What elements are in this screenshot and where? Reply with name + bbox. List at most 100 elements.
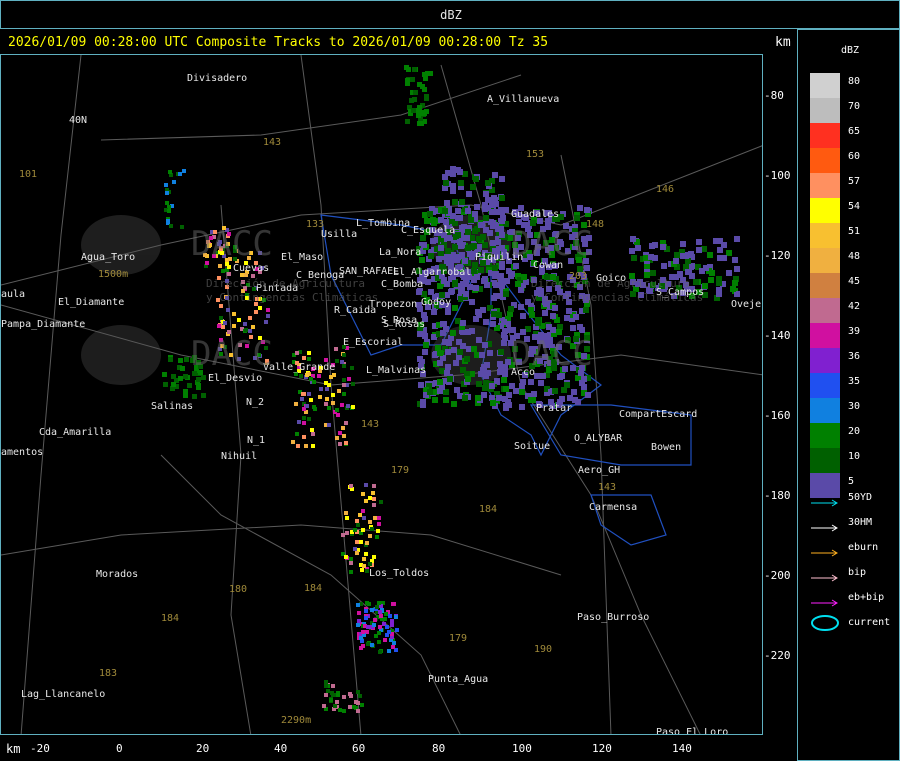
- legend-label-30: 30: [848, 401, 861, 412]
- x-tick-label: 60: [352, 742, 366, 755]
- y-tick-label: -140: [764, 329, 791, 342]
- map-place-label: Valle_Grande: [263, 362, 335, 373]
- echo-pixel: [518, 287, 524, 293]
- map-place-label: aula: [1, 289, 25, 300]
- echo-pixel: [244, 328, 248, 332]
- echo-pixel: [467, 251, 473, 257]
- map-place-label: Lag_Llancanelo: [21, 689, 105, 700]
- echo-pixel: [473, 176, 479, 182]
- echo-pixel: [462, 258, 468, 264]
- echo-pixel: [318, 395, 322, 399]
- echo-pixel: [411, 108, 416, 113]
- echo-pixel: [473, 285, 479, 291]
- legend-label-60: 60: [848, 151, 861, 162]
- echo-pixel: [172, 180, 176, 184]
- echo-pixel: [483, 319, 489, 325]
- map-place-label: Nihuil: [221, 451, 257, 462]
- echo-pixel: [460, 320, 466, 326]
- echo-pixel: [345, 531, 349, 535]
- echo-pixel: [424, 94, 429, 99]
- echo-pixel: [327, 423, 331, 427]
- echo-pixel: [357, 611, 361, 615]
- echo-pixel: [359, 636, 363, 640]
- echo-pixel: [338, 431, 342, 435]
- echo-pixel: [428, 289, 434, 295]
- echo-pixel: [164, 183, 168, 187]
- echo-pixel: [445, 364, 451, 370]
- echo-pixel: [437, 388, 443, 394]
- x-tick-label: 0: [116, 742, 123, 755]
- echo-pixel: [528, 379, 534, 385]
- echo-pixel: [353, 547, 357, 551]
- echo-pixel: [445, 309, 451, 315]
- map-place-label: 143: [361, 419, 379, 430]
- echo-pixel: [538, 380, 544, 386]
- echo-pixel: [332, 373, 336, 377]
- echo-pixel: [221, 269, 225, 273]
- echo-pixel: [483, 191, 489, 197]
- echo-pixel: [412, 67, 417, 72]
- echo-pixel: [248, 316, 252, 320]
- echo-pixel: [307, 351, 311, 355]
- echo-pixel: [631, 255, 637, 261]
- map-place-label: 190: [534, 644, 552, 655]
- echo-pixel: [716, 291, 722, 297]
- echo-pixel: [550, 327, 556, 333]
- echo-pixel: [479, 222, 485, 228]
- map-place-label: SAN_RAFAEL: [339, 266, 399, 277]
- map-place-label: El_Maso: [281, 252, 323, 263]
- echo-pixel: [350, 366, 354, 370]
- echo-pixel: [307, 392, 311, 396]
- legend-label-57: 57: [848, 176, 861, 187]
- echo-pixel: [342, 709, 346, 713]
- echo-pixel: [463, 291, 469, 297]
- map-place-label: Paso_El_Loro: [656, 727, 728, 735]
- echo-pixel: [437, 360, 443, 366]
- echo-pixel: [372, 503, 376, 507]
- map-place-label: C_Bomba: [381, 279, 423, 290]
- echo-pixel: [165, 191, 169, 195]
- echo-pixel: [171, 374, 176, 379]
- echo-pixel: [319, 387, 323, 391]
- map-place-label: Ovejer: [731, 299, 763, 310]
- echo-pixel: [338, 442, 342, 446]
- echo-pixel: [450, 171, 456, 177]
- echo-pixel: [335, 408, 339, 412]
- echo-pixel: [373, 618, 377, 622]
- echo-pixel: [564, 382, 570, 388]
- echo-pixel: [443, 397, 449, 403]
- echo-pixel: [367, 602, 371, 606]
- legend-label-48: 48: [848, 251, 861, 262]
- radar-map[interactable]: Divisadero A_Villanueva 40N 101 Guadales L_To…: [0, 54, 763, 735]
- echo-pixel: [171, 382, 176, 387]
- map-place-label: N_2: [246, 397, 264, 408]
- map-place-label: 180: [229, 584, 247, 595]
- legend-swatch-70: [810, 98, 840, 123]
- echo-pixel: [577, 324, 583, 330]
- map-place-label: Punta_Agua: [428, 674, 488, 685]
- echo-pixel: [331, 684, 335, 688]
- echo-pixel: [295, 351, 299, 355]
- echo-pixel: [509, 383, 515, 389]
- echo-pixel: [312, 405, 316, 409]
- echo-pixel: [468, 217, 474, 223]
- echo-pixel: [490, 240, 496, 246]
- echo-pixel: [510, 327, 516, 333]
- echo-pixel: [457, 349, 463, 355]
- echo-pixel: [227, 272, 231, 276]
- echo-pixel: [417, 331, 423, 337]
- echo-pixel: [168, 170, 172, 174]
- track-label-current: current: [848, 617, 891, 628]
- echo-pixel: [571, 389, 577, 395]
- echo-pixel: [420, 110, 425, 115]
- echo-pixel: [502, 396, 508, 402]
- road-network: [1, 55, 762, 734]
- x-tick-label: 20: [196, 742, 210, 755]
- y-tick-label: -200: [764, 569, 791, 582]
- echo-pixel: [480, 367, 486, 373]
- legend-swatch-57: [810, 173, 840, 198]
- echo-pixel: [448, 257, 454, 263]
- echo-pixel: [324, 680, 328, 684]
- map-place-label: Usilla: [321, 229, 357, 240]
- map-place-label: 184: [304, 583, 322, 594]
